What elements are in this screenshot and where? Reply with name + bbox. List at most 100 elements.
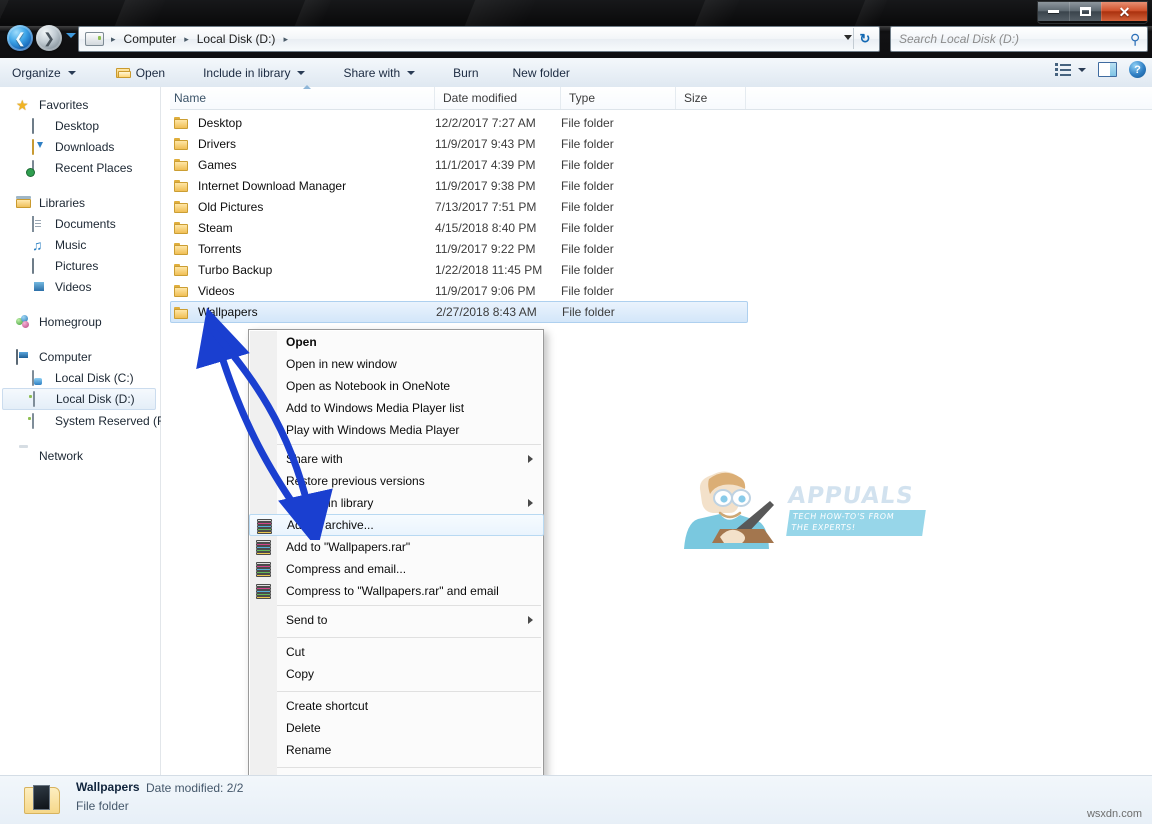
sidebar-item-videos[interactable]: Videos: [0, 276, 160, 297]
menu-item-label: Add to Windows Media Player list: [286, 401, 465, 415]
sidebar-item-downloads[interactable]: Downloads: [0, 136, 160, 157]
recent-pages-dropdown[interactable]: [66, 33, 76, 38]
back-button[interactable]: ❮: [7, 25, 33, 51]
table-row-selected[interactable]: Wallpapers 2/27/2018 8:43 AM File folder: [170, 301, 748, 323]
folder-icon: [174, 221, 190, 234]
toolbar-include-in-library[interactable]: Include in library: [191, 61, 317, 85]
sidebar-item-music[interactable]: ♫ Music: [0, 234, 160, 255]
menu-item-copy[interactable]: Copy: [277, 663, 542, 685]
sidebar-label: Favorites: [39, 97, 89, 112]
menu-item-include-in-library[interactable]: Include in library: [277, 492, 542, 514]
chevron-down-icon[interactable]: [844, 35, 852, 40]
menu-item-open-as-notebook-in-onenote[interactable]: Open as Notebook in OneNote: [277, 375, 542, 397]
file-name-label: Torrents: [198, 241, 242, 256]
menu-item-create-shortcut[interactable]: Create shortcut: [277, 695, 542, 717]
drive-icon: [33, 391, 49, 407]
toolbar-include-in-library-label: Include in library: [203, 65, 291, 80]
table-row[interactable]: Turbo Backup 1/22/2018 11:45 PM File fol…: [170, 259, 1152, 280]
toolbar-open[interactable]: Open: [104, 61, 177, 85]
table-row[interactable]: Internet Download Manager 11/9/2017 9:38…: [170, 175, 1152, 196]
toolbar-organize-label: Organize: [12, 65, 61, 80]
table-row[interactable]: Desktop 12/2/2017 7:27 AM File folder: [170, 112, 1152, 133]
toolbar-share-with-label: Share with: [343, 65, 401, 80]
sidebar-item-homegroup[interactable]: Homegroup: [0, 311, 160, 332]
breadcrumb-computer[interactable]: Computer: [123, 32, 178, 46]
breadcrumb-local-disk-d[interactable]: Local Disk (D:): [196, 32, 277, 46]
sidebar-item-computer[interactable]: Computer: [0, 346, 160, 367]
table-row[interactable]: Videos 11/9/2017 9:06 PM File folder: [170, 280, 1152, 301]
folder-icon: [174, 200, 190, 213]
menu-item-label: Add to "Wallpapers.rar": [286, 540, 411, 554]
file-name-cell: Desktop: [170, 116, 435, 130]
file-name-cell: Wallpapers: [171, 305, 436, 319]
file-date-cell: 1/22/2018 11:45 PM: [435, 262, 543, 277]
sidebar-item-recent-places[interactable]: Recent Places: [0, 157, 160, 178]
network-icon: [16, 449, 32, 463]
sidebar-item-documents[interactable]: Documents: [0, 213, 160, 234]
status-item-name: Wallpapers: [76, 780, 140, 794]
column-header-date-modified[interactable]: Date modified: [435, 87, 561, 109]
toolbar-share-with[interactable]: Share with: [331, 61, 427, 85]
toolbar-organize[interactable]: Organize: [0, 61, 88, 85]
toolbar-burn[interactable]: Burn: [441, 61, 490, 85]
column-header-size[interactable]: Size: [676, 87, 746, 109]
chevron-down-icon: [407, 70, 416, 75]
table-row[interactable]: Torrents 11/9/2017 9:22 PM File folder: [170, 238, 1152, 259]
sidebar-item-desktop[interactable]: Desktop: [0, 115, 160, 136]
sidebar-item-system-reserved-f[interactable]: System Reserved (F:): [0, 410, 172, 431]
file-name-cell: Videos: [170, 284, 435, 298]
winrar-icon: [256, 584, 271, 599]
menu-item-open-in-new-window[interactable]: Open in new window: [277, 353, 542, 375]
chevron-down-icon[interactable]: [1078, 67, 1086, 72]
preview-pane-icon[interactable]: [1098, 62, 1117, 77]
menu-item-play-with-windows-media-player[interactable]: Play with Windows Media Player: [277, 419, 542, 441]
toolbar-new-folder-label: New folder: [512, 65, 570, 80]
menu-item-add-to-wallpapers-rar[interactable]: Add to "Wallpapers.rar": [256, 536, 542, 558]
forward-button[interactable]: ❯: [36, 25, 62, 51]
toolbar-new-folder[interactable]: New folder: [501, 61, 582, 85]
maximize-button[interactable]: [1069, 2, 1101, 21]
menu-item-open[interactable]: Open: [277, 331, 542, 353]
column-header-type[interactable]: Type: [561, 87, 676, 109]
menu-item-compress-to-wallpapers-rar-and-email[interactable]: Compress to "Wallpapers.rar" and email: [256, 580, 542, 602]
sidebar-item-local-disk-d[interactable]: Local Disk (D:): [2, 388, 156, 410]
close-button[interactable]: ✕: [1101, 2, 1147, 21]
sidebar-label: System Reserved (F:): [55, 413, 172, 428]
menu-item-add-to-windows-media-player-list[interactable]: Add to Windows Media Player list: [277, 397, 542, 419]
title-bar: ✕ ❮ ❯ ▸ Computer ▸ Local Disk (D:) ▸ ↻ S…: [0, 0, 1152, 58]
address-bar[interactable]: ▸ Computer ▸ Local Disk (D:) ▸ ↻: [78, 26, 880, 52]
chevron-right-icon: [528, 455, 533, 463]
table-row[interactable]: Games 11/1/2017 4:39 PM File folder: [170, 154, 1152, 175]
sidebar-item-favorites[interactable]: ★ Favorites: [0, 94, 160, 115]
menu-item-share-with[interactable]: Share with: [277, 448, 542, 470]
status-item-type: File folder: [76, 799, 129, 813]
table-row[interactable]: Drivers 11/9/2017 9:43 PM File folder: [170, 133, 1152, 154]
file-name-label: Videos: [198, 283, 235, 298]
table-row[interactable]: Steam 4/15/2018 8:40 PM File folder: [170, 217, 1152, 238]
appuals-watermark: APPUALS TECH HOW-TO'S FROM THE EXPERTS!: [676, 465, 926, 549]
refresh-button[interactable]: ↻: [853, 28, 876, 49]
search-input[interactable]: Search Local Disk (D:) ⚲: [890, 26, 1148, 52]
file-date-cell: 11/9/2017 9:06 PM: [435, 283, 536, 298]
column-header-name[interactable]: Name: [170, 85, 435, 109]
menu-item-compress-and-email[interactable]: Compress and email...: [256, 558, 542, 580]
minimize-button[interactable]: [1038, 2, 1069, 21]
help-icon[interactable]: ?: [1129, 61, 1146, 78]
views-icon[interactable]: [1055, 62, 1072, 77]
sidebar-item-local-disk-c[interactable]: Local Disk (C:): [0, 367, 160, 388]
menu-item-cut[interactable]: Cut: [277, 641, 542, 663]
menu-item-label: Send to: [286, 613, 328, 627]
sidebar-item-libraries[interactable]: Libraries: [0, 192, 160, 213]
libraries-icon: [16, 196, 32, 210]
menu-item-add-to-archive[interactable]: Add to archive...: [249, 514, 544, 536]
menu-item-delete[interactable]: Delete: [277, 717, 542, 739]
table-row[interactable]: Old Pictures 7/13/2017 7:51 PM File fold…: [170, 196, 1152, 217]
sidebar-item-pictures[interactable]: Pictures: [0, 255, 160, 276]
maximize-icon: [1080, 7, 1091, 16]
sidebar-item-network[interactable]: Network: [0, 445, 160, 466]
chevron-right-icon: [528, 616, 533, 624]
menu-item-rename[interactable]: Rename: [277, 739, 542, 761]
menu-item-restore-previous-versions[interactable]: Restore previous versions: [277, 470, 542, 492]
menu-item-send-to[interactable]: Send to: [277, 609, 542, 631]
